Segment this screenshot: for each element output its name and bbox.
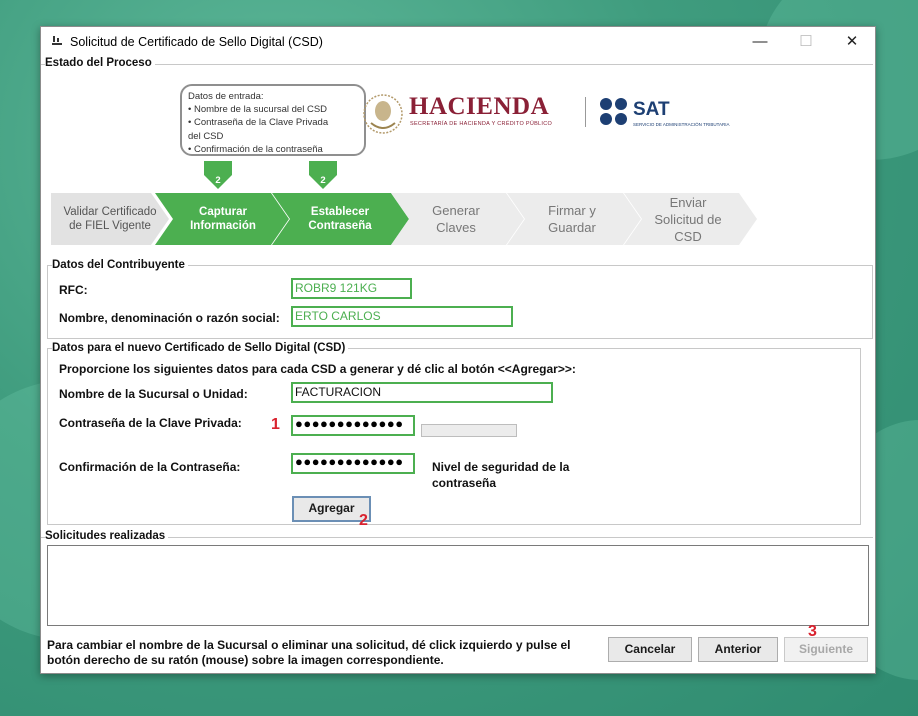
step-label-line: Solicitud de	[654, 211, 722, 227]
sat-logo-icon	[600, 98, 627, 125]
step-label-line: Firmar y	[548, 203, 596, 218]
next-button[interactable]: Siguiente	[784, 637, 868, 662]
security-level-label-line1: Nivel de seguridad de la	[432, 460, 570, 474]
branch-name-label: Nombre de la Sucursal o Unidad:	[59, 387, 248, 401]
step-validar-fiel: Validar Certificado de FIEL Vigente	[55, 199, 165, 239]
rfc-field[interactable]: ROBR9 121KG	[291, 278, 412, 299]
title-bar[interactable]: Solicitud de Certificado de Sello Digita…	[41, 27, 875, 57]
window-title: Solicitud de Certificado de Sello Digita…	[70, 35, 323, 49]
java-app-icon	[52, 36, 62, 45]
private-key-password-label: Contraseña de la Clave Privada:	[59, 416, 242, 430]
mexico-coat-of-arms-icon	[363, 94, 403, 134]
new-csd-panel-title: Datos para el nuevo Certificado de Sello…	[52, 341, 349, 355]
confirm-password-input[interactable]: ●●●●●●●●●●●●●	[291, 453, 415, 474]
rfc-label: RFC:	[59, 283, 88, 297]
callout-heading: Datos de entrada:	[188, 91, 264, 102]
step-label-line: Enviar	[669, 194, 707, 210]
csd-request-window: Solicitud de Certificado de Sello Digita…	[40, 26, 876, 674]
step-label-line: Información	[190, 220, 256, 232]
step-establecer-contrasena: Establecer Contraseña	[286, 199, 394, 239]
requests-list[interactable]	[47, 545, 869, 626]
step-label-line: Establecer	[310, 206, 370, 218]
arrow-number: 2	[320, 175, 326, 186]
step-label-line: Generar	[432, 203, 480, 218]
private-key-password-input[interactable]: ●●●●●●●●●●●●●	[291, 415, 415, 436]
confirm-password-label: Confirmación de la Contraseña:	[59, 460, 241, 474]
taxpayer-name-label: Nombre, denominación o razón social:	[59, 311, 280, 325]
annotation-number: 2	[359, 512, 368, 529]
step-label-line: de FIEL Vigente	[69, 220, 151, 232]
callout-item: • Confirmación de la contraseña	[188, 143, 323, 155]
taxpayer-name-field[interactable]: ERTO CARLOS	[291, 306, 513, 327]
password-strength-meter	[421, 424, 517, 437]
requests-panel-title: Solicitudes realizadas	[45, 529, 169, 543]
step-enviar-solicitud: Enviar Solicitud de CSD	[635, 193, 741, 245]
taxpayer-panel: Datos del Contribuyente	[47, 258, 873, 339]
taxpayer-panel-title: Datos del Contribuyente	[52, 258, 188, 272]
step-label-line: CSD	[674, 228, 702, 244]
sat-logo-subtitle: SERVICIO DE ADMINISTRACIÓN TRIBUTARIA	[633, 122, 730, 127]
step-capturar-informacion: Capturar Información	[169, 199, 277, 239]
minimize-button[interactable]: —	[737, 27, 783, 57]
step-label-line: Validar Certificado	[63, 206, 157, 218]
csd-instructions: Proporcione los siguientes datos para ca…	[59, 362, 576, 376]
step-label-line: Claves	[436, 220, 476, 235]
input-data-callout: Datos de entrada: • Nombre de la sucursa…	[180, 84, 366, 156]
step-generar-claves: Generar Claves	[403, 199, 509, 239]
hacienda-logo-subtitle: SECRETARÍA DE HACIENDA Y CRÉDITO PÚBLICO	[410, 121, 553, 127]
cancel-button[interactable]: Cancelar	[608, 637, 692, 662]
step-label-line: Capturar	[199, 206, 247, 218]
close-button[interactable]: ✕	[829, 27, 875, 57]
step-label-line: Contraseña	[308, 220, 372, 232]
maximize-button[interactable]: ☐	[783, 27, 829, 57]
security-level-label-line2: contraseña	[432, 476, 497, 490]
footer-hint: Para cambiar el nombre de la Sucursal o …	[47, 638, 571, 667]
arrow-number: 2	[215, 175, 221, 186]
step-label-line: Guardar	[548, 220, 596, 235]
back-button[interactable]: Anterior	[698, 637, 778, 662]
callout-item: • Nombre de la sucursal del CSD	[188, 104, 328, 116]
branch-name-input[interactable]: FACTURACION	[291, 382, 553, 403]
process-status-title: Estado del Proceso	[45, 56, 155, 70]
sat-logo-text: SAT	[633, 99, 670, 120]
hacienda-logo-text: HACIENDA	[409, 93, 550, 120]
callout-item: del CSD	[188, 130, 224, 142]
annotation-number: 1	[271, 416, 280, 433]
callout-item: • Contraseña de la Clave Privada	[188, 117, 329, 129]
step-firmar-guardar: Firmar y Guardar	[519, 199, 625, 239]
